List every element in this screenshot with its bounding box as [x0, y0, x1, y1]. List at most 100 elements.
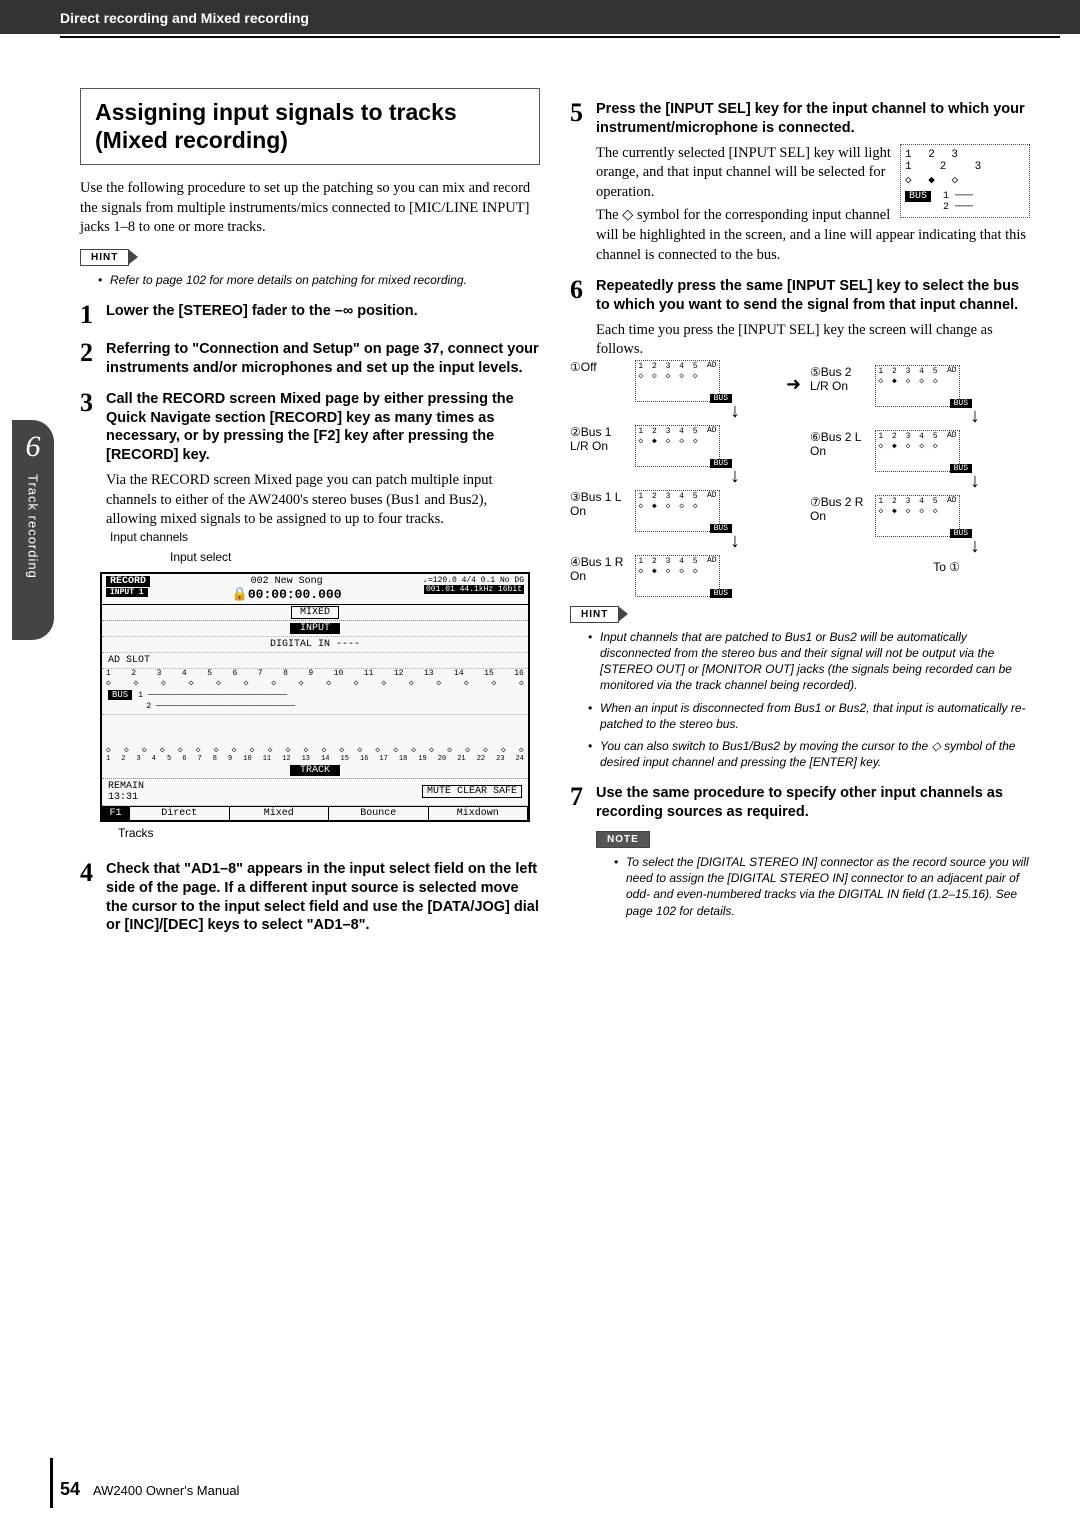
left-column: Assigning input signals to tracks (Mixed…: [80, 88, 540, 941]
bus-diagram: AD1 2 3 4 5◇ ◆ ◇ ◇ ◇: [875, 365, 959, 407]
bus-badge: BUS: [950, 464, 972, 473]
bus-state: ①Off AD1 2 3 4 5◇ ◇ ◇ ◇ ◇ BUS: [570, 360, 750, 402]
bus-col-left: ①Off AD1 2 3 4 5◇ ◇ ◇ ◇ ◇ BUS ↓ ②Bus 1 L…: [570, 360, 780, 597]
bus-state: ⑤Bus 2 L/R On AD1 2 3 4 5◇ ◆ ◇ ◇ ◇ BUS: [810, 365, 990, 407]
lcd-tab: Mixdown: [429, 807, 529, 820]
page-header: Direct recording and Mixed recording: [0, 0, 1080, 34]
step-num: 3: [80, 390, 106, 465]
bus-state-num: ⑦: [810, 495, 821, 509]
step-num: 2: [80, 340, 106, 378]
section-title: Assigning input signals to tracks (Mixed…: [95, 99, 525, 154]
hint-label: HINT: [80, 249, 129, 266]
bus-state: ③Bus 1 L On AD1 2 3 4 5◇ ◆ ◇ ◇ ◇ BUS: [570, 490, 750, 532]
bus-state: ④Bus 1 R On AD1 2 3 4 5◇ ◆ ◇ ◇ ◇ BUS: [570, 555, 750, 597]
lcd-remain: REMAIN 13:31: [108, 781, 144, 803]
chapter-tab: 6 Track recording: [12, 420, 54, 640]
corner-marks: ◇ ◆ ◇: [905, 173, 1025, 187]
lcd-scale-nums: 123456789101112131415161718192021222324: [102, 755, 528, 763]
bus-badge: BUS: [710, 589, 732, 598]
lcd-bus-row: BUS 1 ───────────────────────────── 2 ──…: [102, 688, 528, 715]
corner-diagram: 1 2 3 1 2 3 ◇ ◆ ◇ BUS 1 ─── 2 ───: [900, 144, 1030, 218]
main-content: Assigning input signals to tracks (Mixed…: [0, 38, 1080, 941]
lcd-song: 002 New Song: [251, 576, 323, 587]
down-arrow-icon: ↓: [930, 405, 1020, 428]
lcd-buttons: MUTE CLEAR SAFE: [422, 785, 522, 798]
step-num: 4: [80, 860, 106, 935]
down-arrow-icon: ↓: [930, 535, 1020, 558]
page-number: 54: [60, 1479, 80, 1499]
step-num: 7: [570, 784, 596, 822]
step-head: Check that "AD1–8" appears in the input …: [106, 860, 540, 935]
hint-box-1: HINT Refer to page 102 for more details …: [80, 248, 540, 288]
down-arrow-icon: ↓: [690, 400, 780, 423]
bus-badge: BUS: [710, 524, 732, 533]
hint1-list: Refer to page 102 for more details on pa…: [80, 266, 540, 288]
bus-state-num: ②: [570, 425, 581, 439]
lcd-subtitle: INPUT 1: [106, 588, 148, 597]
bus-state-label: Off: [581, 360, 597, 374]
bus-badge: BUS: [950, 399, 972, 408]
footer-bar: [50, 1458, 53, 1508]
lcd-meter: 001.01 44.1kHz 16bit: [424, 585, 524, 594]
note-item: To select the [DIGITAL STEREO IN] connec…: [614, 854, 1030, 919]
bus-state-columns: ①Off AD1 2 3 4 5◇ ◇ ◇ ◇ ◇ BUS ↓ ②Bus 1 L…: [570, 360, 1030, 597]
lcd-scale-bot: ◇◇◇◇◇◇◇◇◇◇◇◇◇◇◇◇◇◇◇◇◇◇◇◇: [102, 745, 528, 755]
step3-body: Via the RECORD screen Mixed page you can…: [106, 471, 540, 530]
down-arrow-icon: ↓: [690, 530, 780, 553]
bus-state-num: ③: [570, 490, 581, 504]
bus-state-num: ⑥: [810, 430, 821, 444]
hint2-list: Input channels that are patched to Bus1 …: [570, 623, 1030, 771]
bus-diagram: AD1 2 3 4 5◇ ◆ ◇ ◇ ◇: [875, 430, 959, 472]
bus-state-num: ①: [570, 360, 581, 374]
step-head: Use the same procedure to specify other …: [596, 784, 1030, 822]
hint2-item: Input channels that are patched to Bus1 …: [588, 629, 1030, 694]
hint1-item: Refer to page 102 for more details on pa…: [98, 272, 540, 288]
lcd-mode: MIXED: [102, 605, 528, 621]
note-label: NOTE: [596, 831, 650, 848]
lcd-track-label: TRACK: [290, 765, 340, 776]
chapter-number: 6: [12, 430, 54, 464]
bus-col-right: ➜ ⑤Bus 2 L/R On AD1 2 3 4 5◇ ◆ ◇ ◇ ◇ BUS…: [810, 360, 1020, 597]
down-arrow-icon: ↓: [690, 465, 780, 488]
bus-diagram: AD1 2 3 4 5◇ ◆ ◇ ◇ ◇: [875, 495, 959, 537]
hint-box-2: HINT Input channels that are patched to …: [570, 605, 1030, 771]
lcd-input-row: INPUT: [102, 621, 528, 637]
lcd-tab: Direct: [130, 807, 230, 820]
step-num: 1: [80, 302, 106, 328]
step-head: Press the [INPUT SEL] key for the input …: [596, 100, 1030, 138]
corner-bus-label: BUS: [905, 191, 931, 202]
bus-badge: BUS: [950, 529, 972, 538]
step-head: Call the RECORD screen Mixed page by eit…: [106, 390, 540, 465]
lcd-title: RECORD: [106, 576, 150, 587]
lcd-tempo: ♩=120.0 4/4 0.1 No DG: [423, 576, 524, 585]
step-num: 5: [570, 100, 596, 138]
hint2-item: When an input is disconnected from Bus1 …: [588, 700, 1030, 732]
lcd-annotation-top2: Input select: [170, 550, 540, 564]
bus-diagram: AD1 2 3 4 5◇ ◆ ◇ ◇ ◇: [635, 425, 719, 467]
bus-diagram: AD1 2 3 4 5◇ ◇ ◇ ◇ ◇: [635, 360, 719, 402]
bus-diagram: AD1 2 3 4 5◇ ◆ ◇ ◇ ◇: [635, 490, 719, 532]
bus-state: ②Bus 1 L/R On AD1 2 3 4 5◇ ◆ ◇ ◇ ◇ BUS: [570, 425, 750, 467]
step-1: 1 Lower the [STEREO] fader to the –∞ pos…: [80, 302, 540, 328]
hint2-item: You can also switch to Bus1/Bus2 by movi…: [588, 738, 1030, 770]
lcd-tab: Mixed: [230, 807, 330, 820]
lcd-annotation-bottom: Tracks: [118, 826, 540, 840]
corner-nums: 1 2 3: [905, 149, 1025, 161]
lcd-digital-row: DIGITAL IN ----: [102, 637, 528, 653]
step-head: Referring to "Connection and Setup" on p…: [106, 340, 540, 378]
bus-state: ⑦Bus 2 R On AD1 2 3 4 5◇ ◆ ◇ ◇ ◇ BUS: [810, 495, 990, 537]
bus-badge: BUS: [710, 459, 732, 468]
bus-state: ⑥Bus 2 L On AD1 2 3 4 5◇ ◆ ◇ ◇ ◇ BUS: [810, 430, 990, 472]
lcd-ad-row: AD SLOT: [102, 653, 528, 669]
lcd-annotation-top1: Input channels: [110, 530, 540, 544]
lcd-diamonds: ◇◇◇◇◇◇◇◇◇◇◇◇◇◇◇◇: [102, 678, 528, 688]
header-title: Direct recording and Mixed recording: [60, 10, 309, 26]
lcd-tab: Bounce: [329, 807, 429, 820]
bus-state-num: ⑤: [810, 365, 821, 379]
lcd-mode-label: MIXED: [291, 606, 339, 619]
manual-title: AW2400 Owner's Manual: [93, 1483, 240, 1498]
step-4: 4 Check that "AD1–8" appears in the inpu…: [80, 860, 540, 935]
note-box: NOTE To select the [DIGITAL STEREO IN] c…: [596, 830, 1030, 919]
chapter-label: Track recording: [26, 474, 41, 579]
lcd-bus-label: BUS: [108, 690, 132, 700]
